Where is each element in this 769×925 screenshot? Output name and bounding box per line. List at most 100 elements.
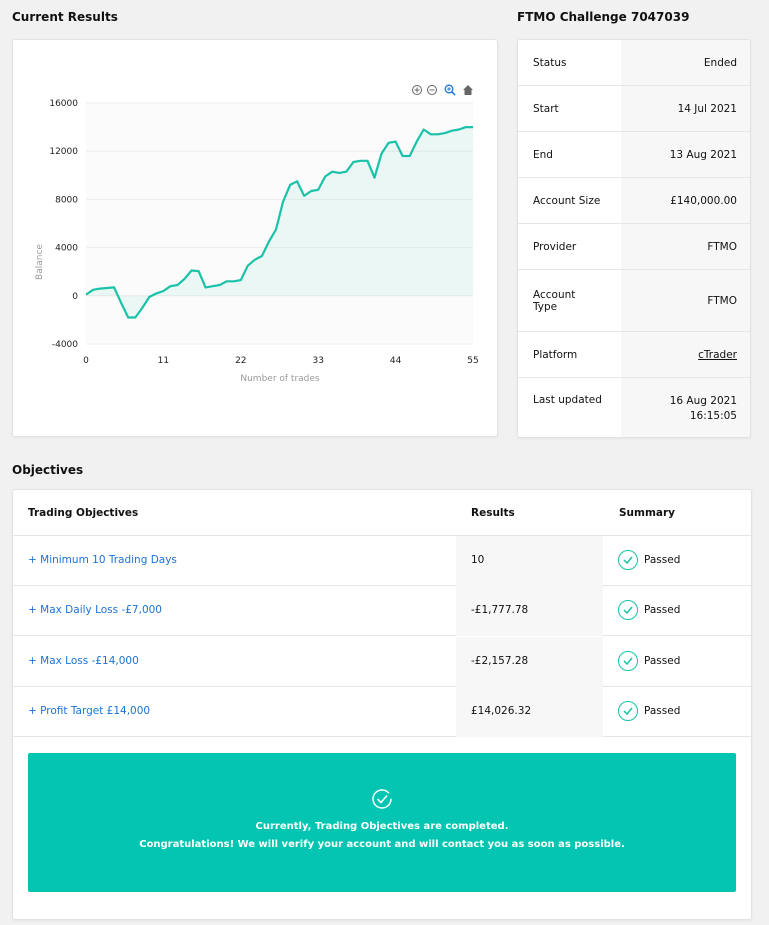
data-point bbox=[366, 160, 368, 162]
data-point bbox=[380, 152, 382, 154]
data-point bbox=[261, 255, 263, 257]
objectives-heading: Objectives bbox=[12, 463, 84, 477]
banner-line-1: Currently, Trading Objectives are comple… bbox=[255, 821, 509, 832]
summary-status: Passed bbox=[644, 554, 681, 566]
summary-cell: Passed bbox=[618, 651, 680, 671]
table-row: + Minimum 10 Trading Days 10 Passed bbox=[13, 536, 751, 586]
data-point bbox=[275, 228, 277, 230]
data-point bbox=[169, 285, 171, 287]
data-point bbox=[183, 278, 185, 280]
objectives-card: Trading Objectives Results Summary + Min… bbox=[12, 489, 752, 920]
data-point bbox=[176, 284, 178, 286]
info-value: 13 Aug 2021 bbox=[621, 132, 750, 177]
data-point bbox=[472, 126, 474, 128]
data-point bbox=[282, 201, 284, 203]
x-tick-label: 55 bbox=[467, 356, 478, 366]
zoom-in-icon[interactable] bbox=[412, 85, 422, 95]
objective-link[interactable]: + Max Daily Loss -£7,000 bbox=[28, 604, 162, 616]
data-point bbox=[423, 128, 425, 130]
check-circle-icon bbox=[618, 550, 638, 570]
data-point bbox=[113, 286, 115, 288]
result-value: £14,026.32 bbox=[471, 705, 532, 717]
success-banner: Currently, Trading Objectives are comple… bbox=[28, 753, 736, 892]
y-tick-label: -4000 bbox=[52, 340, 78, 350]
data-point bbox=[134, 316, 136, 318]
data-point bbox=[317, 189, 319, 191]
info-key: Last updated bbox=[533, 394, 602, 406]
info-value: Ended bbox=[621, 40, 750, 85]
table-row: + Max Loss -£14,000 -£2,157.28 Passed bbox=[13, 637, 751, 687]
data-point bbox=[141, 307, 143, 309]
data-point bbox=[465, 126, 467, 128]
data-point bbox=[240, 279, 242, 281]
result-cell: -£1,777.78 bbox=[456, 586, 603, 636]
summary-status: Passed bbox=[644, 604, 681, 616]
check-circle-icon bbox=[618, 651, 638, 671]
data-point bbox=[338, 172, 340, 174]
objective-link[interactable]: + Minimum 10 Trading Days bbox=[28, 554, 177, 566]
data-point bbox=[254, 259, 256, 261]
data-point bbox=[190, 269, 192, 271]
check-circle-icon bbox=[618, 600, 638, 620]
data-point bbox=[296, 180, 298, 182]
data-point bbox=[430, 133, 432, 135]
x-tick-label: 0 bbox=[83, 356, 89, 366]
magnifier-icon[interactable] bbox=[444, 84, 456, 96]
data-point bbox=[303, 195, 305, 197]
info-row-provider: Provider FTMO bbox=[518, 224, 750, 270]
banner-line-2: Congratulations! We will verify your acc… bbox=[139, 839, 625, 850]
y-tick-label: 4000 bbox=[55, 244, 78, 254]
x-tick-label: 11 bbox=[158, 356, 169, 366]
zoom-out-icon[interactable] bbox=[427, 85, 437, 95]
data-point bbox=[401, 155, 403, 157]
y-tick-label: 0 bbox=[72, 292, 78, 302]
info-key: Provider bbox=[533, 240, 577, 253]
data-point bbox=[268, 240, 270, 242]
data-point bbox=[331, 171, 333, 173]
account-title: FTMO Challenge 7047039 bbox=[517, 10, 690, 24]
header-summary: Summary bbox=[619, 507, 676, 519]
data-point bbox=[85, 293, 87, 295]
info-row-last-updated: Last updated 16 Aug 2021 16:15:05 bbox=[518, 378, 750, 437]
data-point bbox=[409, 155, 411, 157]
check-circle-icon bbox=[618, 701, 638, 721]
data-point bbox=[444, 132, 446, 134]
objective-link[interactable]: + Profit Target £14,000 bbox=[28, 705, 150, 717]
balance-chart: 16000 12000 8000 4000 0 -4000 0 11 22 33 44 55 Bala… bbox=[35, 84, 479, 384]
info-row-account-size: Account Size £140,000.00 bbox=[518, 178, 750, 224]
objectives-table-header: Trading Objectives Results Summary bbox=[13, 490, 751, 536]
info-key: Account Type bbox=[533, 288, 576, 313]
data-point bbox=[289, 184, 291, 186]
header-trading-objectives: Trading Objectives bbox=[28, 507, 139, 519]
info-value: £140,000.00 bbox=[621, 178, 750, 223]
info-row-start: Start 14 Jul 2021 bbox=[518, 86, 750, 132]
y-tick-label: 16000 bbox=[49, 99, 78, 109]
result-cell: £14,026.32 bbox=[456, 687, 603, 737]
summary-status: Passed bbox=[644, 655, 681, 667]
data-point bbox=[219, 284, 221, 286]
balance-chart-card: 16000 12000 8000 4000 0 -4000 0 11 22 33 44 55 Bala… bbox=[12, 39, 498, 437]
y-axis-label: Balance bbox=[35, 244, 45, 280]
y-tick-label: 8000 bbox=[55, 195, 78, 205]
result-cell: -£2,157.28 bbox=[456, 637, 603, 687]
info-key: Start bbox=[533, 102, 559, 115]
data-point bbox=[437, 133, 439, 135]
data-point bbox=[359, 160, 361, 162]
info-value: 14 Jul 2021 bbox=[621, 86, 750, 131]
summary-cell: Passed bbox=[618, 600, 680, 620]
info-row-platform: Platform cTrader bbox=[518, 332, 750, 378]
data-point bbox=[394, 140, 396, 142]
data-point bbox=[106, 287, 108, 289]
result-value: -£2,157.28 bbox=[471, 655, 529, 667]
platform-link[interactable]: cTrader bbox=[621, 332, 750, 377]
account-info-card: Status Ended Start 14 Jul 2021 End 13 Au… bbox=[517, 39, 751, 438]
result-value: -£1,777.78 bbox=[471, 604, 529, 616]
info-value: FTMO bbox=[621, 224, 750, 269]
summary-cell: Passed bbox=[618, 701, 680, 721]
data-point bbox=[458, 128, 460, 130]
info-value: 16 Aug 2021 16:15:05 bbox=[621, 378, 750, 437]
data-point bbox=[352, 161, 354, 163]
info-key: Account Size bbox=[533, 194, 601, 207]
objective-link[interactable]: + Max Loss -£14,000 bbox=[28, 655, 139, 667]
home-icon[interactable] bbox=[463, 85, 473, 95]
